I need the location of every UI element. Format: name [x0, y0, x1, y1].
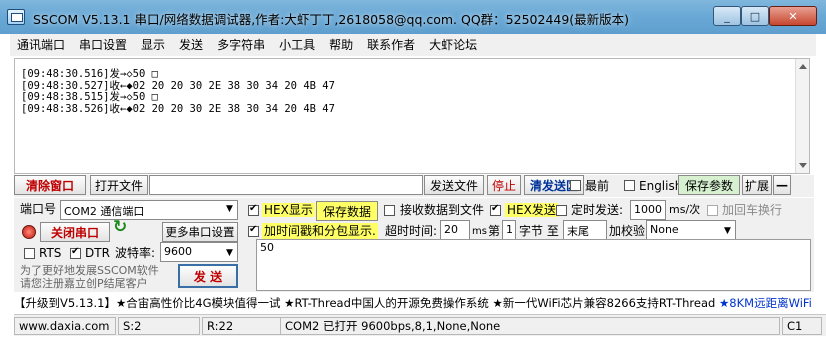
menu-port-settings[interactable]: 串口设置 [72, 34, 134, 56]
stop-button[interactable]: 停止 [487, 175, 521, 195]
sent-count: S:2 [118, 317, 200, 335]
menu-comm-port[interactable]: 通讯端口 [10, 34, 72, 56]
port-status: COM2 已打开 9600bps,8,1,None,None [280, 317, 780, 335]
timed-send-checkbox[interactable] [556, 205, 567, 216]
timed-send-label: 定时发送: [571, 203, 624, 217]
output-log: [09:48:30.516]发→◇50 □ [09:48:30.527]收←◆0… [21, 68, 335, 115]
send-file-button[interactable]: 发送文件 [424, 175, 484, 195]
status-bar: www.daxia.com S:2 R:22 COM2 已打开 9600bps,… [14, 314, 826, 336]
menu-tools[interactable]: 小工具 [272, 34, 322, 56]
menu-multi-string[interactable]: 多字符串 [210, 34, 272, 56]
baud-label: 波特率: [115, 246, 156, 260]
byte-end-select[interactable]: 末尾 [563, 220, 607, 240]
clear-window-button[interactable]: 清除窗口 [14, 175, 86, 195]
menu-display[interactable]: 显示 [134, 34, 172, 56]
hex-send-label: HEX发送 [505, 203, 558, 217]
window-title: SSCOM V5.13.1 串口/网络数据调试器,作者:大虾丁丁,2618058… [33, 12, 630, 27]
english-label: English [639, 179, 683, 193]
output-scrollbar[interactable] [795, 59, 809, 173]
checksum-select[interactable]: None [646, 220, 736, 240]
output-line: [09:48:38.515]发→◇50 □ [21, 91, 158, 103]
port-select[interactable]: COM2 通信端口 [60, 200, 238, 220]
byte-index-input[interactable]: 1 [502, 220, 516, 240]
chevron-down-icon[interactable]: ▼ [226, 246, 233, 260]
dtr-checkbox[interactable] [70, 246, 81, 259]
output-line: [09:48:38.526]收←◆02 20 20 30 2E 38 30 34… [21, 102, 335, 115]
front-most-label: 最前 [585, 179, 610, 193]
collapse-button[interactable]: — [773, 175, 791, 195]
save-data-button[interactable]: 保存数据 [316, 201, 378, 221]
timeout-input[interactable]: 20 [440, 220, 470, 240]
english-checkbox[interactable] [624, 180, 635, 191]
app-icon [7, 9, 25, 25]
hex-display-label: HEX显示 [262, 203, 315, 217]
hex-send-checkbox[interactable] [490, 203, 501, 216]
promo-line-2: 请您注册嘉立创P结尾客户 [20, 277, 148, 290]
promo-line-1: 为了更好地发展SSCOM软件 [20, 264, 159, 277]
byte-middle-label: 字节 至 [519, 224, 559, 238]
chevron-down-icon[interactable]: ▼ [226, 202, 233, 216]
refresh-icon[interactable]: ↻ [113, 219, 127, 236]
send-button[interactable]: 发 送 [178, 264, 238, 288]
checksum-label: 加校验 [609, 224, 646, 238]
menu-send[interactable]: 发送 [172, 34, 210, 56]
receive-output-area[interactable]: [09:48:30.516]发→◇50 □ [09:48:30.527]收←◆0… [14, 58, 810, 174]
timestamp-label: 加时间戳和分包显示. [262, 223, 378, 239]
send-text-area[interactable]: 50 [256, 239, 811, 291]
byte-prefix: 第 [488, 224, 501, 238]
more-port-settings-button[interactable]: 更多串口设置 [162, 222, 238, 242]
menu-contact-author[interactable]: 联系作者 [360, 34, 422, 56]
timestamp-checkbox[interactable] [248, 224, 259, 237]
add-crlf-checkbox[interactable] [707, 205, 718, 216]
recv-to-file-checkbox[interactable] [384, 205, 395, 216]
front-most-checkbox[interactable] [570, 180, 581, 191]
rts-label: RTS [39, 246, 62, 260]
hex-display-checkbox[interactable] [248, 203, 259, 216]
received-count: R:22 [202, 317, 284, 335]
output-line: [09:48:30.516]发→◇50 □ [21, 68, 158, 80]
control-panel: 端口号 COM2 通信端口 ▼ 关闭串口 ↻ 更多串口设置 RTS DTR 波特… [14, 198, 814, 292]
action-toolbar: 清除窗口 打开文件 发送文件 停止 清发送区 最前 English 保存参数 扩… [14, 175, 814, 197]
counter-status: C1 [782, 317, 822, 335]
menu-forum[interactable]: 大虾论坛 [422, 34, 484, 56]
expand-button[interactable]: 扩展 [742, 175, 772, 195]
chevron-down-icon[interactable]: ▼ [724, 224, 731, 238]
news-ticker[interactable]: 【升级到V5.13.1】★合宙高性价比4G模块值得一试 ★RT-Thread中国… [14, 293, 826, 313]
port-status-icon [22, 225, 36, 239]
save-params-button[interactable]: 保存参数 [678, 175, 740, 195]
timeout-label: 超时时间: [385, 224, 438, 238]
dtr-label: DTR [85, 246, 110, 260]
close-port-button[interactable]: 关闭串口 [40, 222, 110, 242]
minimize-button[interactable]: _ [713, 6, 741, 26]
ticker-text: 【升级到V5.13.1】★合宙高性价比4G模块值得一试 ★RT-Thread中国… [14, 296, 719, 310]
maximize-button[interactable]: □ [741, 6, 769, 26]
timeout-unit: ms [472, 226, 487, 237]
recv-to-file-label: 接收数据到文件 [400, 203, 485, 217]
ticker-link[interactable]: ★8KM远距离WiFi [719, 296, 812, 310]
file-path-input[interactable] [149, 175, 423, 195]
title-bar: SSCOM V5.13.1 串口/网络数据调试器,作者:大虾丁丁,2618058… [0, 0, 826, 34]
add-crlf-label: 加回车换行 [722, 203, 783, 217]
menu-help[interactable]: 帮助 [322, 34, 360, 56]
website-link[interactable]: www.daxia.com [14, 317, 116, 335]
close-button[interactable]: ✕ [769, 6, 817, 26]
scroll-up-icon[interactable] [799, 64, 807, 69]
menu-bar: 通讯端口 串口设置 显示 发送 多字符串 小工具 帮助 联系作者 大虾论坛 [10, 34, 816, 56]
interval-input[interactable]: 1000 [630, 200, 666, 220]
port-label: 端口号 [20, 202, 57, 216]
open-file-button[interactable]: 打开文件 [90, 175, 148, 195]
rts-checkbox[interactable] [24, 248, 35, 259]
scroll-down-icon[interactable] [799, 163, 807, 168]
interval-unit: ms/次 [669, 203, 701, 216]
